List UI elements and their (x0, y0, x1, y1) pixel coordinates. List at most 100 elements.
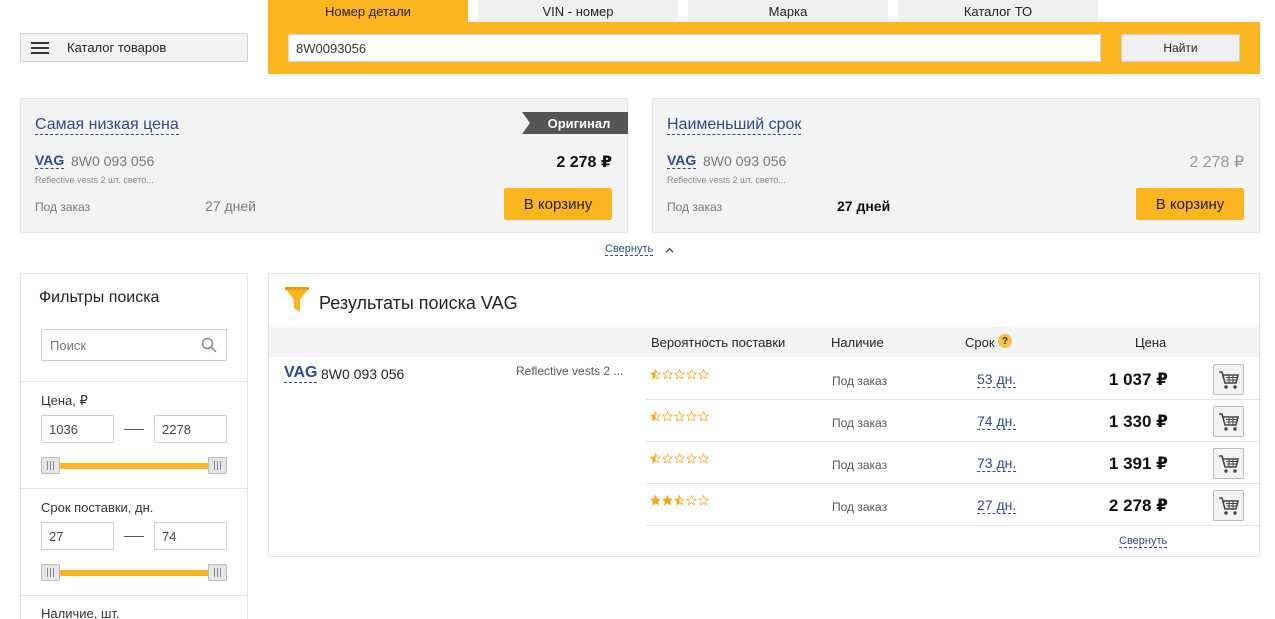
table-row: Под заказ 73 дн. 1 391 ₽ (646, 442, 1259, 484)
part-search-input[interactable] (288, 34, 1101, 62)
range-dash (124, 536, 144, 537)
column-availability: Наличие (831, 335, 884, 350)
tab-service-catalog[interactable]: Каталог ТО (898, 0, 1098, 22)
cart-icon (1218, 370, 1239, 389)
column-price: Цена (1135, 335, 1167, 350)
offer-days: 27 дней (205, 198, 256, 214)
star-icon (686, 453, 697, 464)
cart-button[interactable] (1213, 364, 1244, 395)
delivery-max-input[interactable] (154, 522, 227, 550)
column-probability: Вероятность поставки (651, 335, 786, 350)
search-tabs: Номер детали VIN - номер Марка Каталог Т… (268, 0, 1108, 22)
price-slider-track[interactable] (51, 463, 217, 469)
result-part-code: 8W0 093 056 (321, 366, 405, 382)
star-icon (662, 453, 673, 464)
star-icon (650, 369, 661, 380)
tab-brand[interactable]: Марка (688, 0, 888, 22)
row-availability: Под заказ (832, 374, 888, 388)
range-dash (124, 429, 144, 430)
delivery-rating (650, 411, 709, 422)
delivery-slider-max-handle[interactable] (208, 564, 227, 581)
delivery-rating (650, 495, 709, 506)
delivery-min-input[interactable] (41, 522, 114, 550)
stock-filter-label: Наличие, шт. (41, 606, 120, 619)
delivery-rating (650, 453, 709, 464)
results-title: Результаты поиска VAG (319, 293, 518, 313)
offer-title[interactable]: Самая низкая цена (35, 115, 179, 135)
search-icon[interactable] (201, 337, 217, 353)
offer-brand[interactable]: VAG (667, 153, 697, 169)
price-slider-max-handle[interactable] (208, 457, 227, 474)
divider (21, 595, 247, 596)
chevron-up-icon[interactable] (665, 246, 674, 255)
row-days[interactable]: 53 дн. (977, 372, 1017, 388)
star-icon (662, 495, 673, 506)
collapse-results-link[interactable]: Свернуть (1119, 535, 1168, 548)
star-icon (698, 411, 709, 422)
result-brand[interactable]: VAG (284, 364, 318, 383)
offer-days: 27 дней (837, 198, 891, 214)
offer-description: Reflective vests 2 шт. свето... (35, 175, 154, 185)
offer-brand[interactable]: VAG (35, 153, 65, 169)
offer-price: 2 278 ₽ (556, 154, 612, 171)
offer-title[interactable]: Наименьший срок (667, 115, 802, 135)
star-icon (674, 453, 685, 464)
column-term: Срок (965, 335, 995, 350)
price-slider-min-handle[interactable] (41, 457, 60, 474)
row-availability: Под заказ (832, 458, 888, 472)
find-button[interactable]: Найти (1121, 34, 1240, 62)
divider (21, 488, 247, 489)
cart-button[interactable] (1213, 406, 1244, 437)
star-icon (686, 411, 697, 422)
row-days[interactable]: 73 дн. (977, 456, 1017, 472)
offer-availability: Под заказ (35, 200, 91, 214)
funnel-icon (285, 287, 309, 312)
offer-card-fastest: Наименьший срок VAG 8W0 093 056 Reflecti… (652, 98, 1260, 233)
search-bar: Найти (268, 22, 1260, 74)
collapse-offers-link[interactable]: Свернуть (605, 243, 654, 256)
offer-part-code: 8W0 093 056 (71, 153, 155, 169)
offer-description: Reflective vests 2 шт. свето... (667, 175, 786, 185)
offer-availability: Под заказ (667, 200, 723, 214)
row-availability: Под заказ (832, 416, 888, 430)
star-icon (686, 495, 697, 506)
search-results-panel: Результаты поиска VAG Вероятность постав… (268, 273, 1260, 557)
catalog-button[interactable]: Каталог товаров (20, 33, 248, 62)
help-icon[interactable]: ? (998, 334, 1012, 348)
offer-price: 2 278 ₽ (1189, 154, 1244, 171)
row-days[interactable]: 27 дн. (977, 498, 1017, 514)
price-min-input[interactable] (41, 415, 114, 443)
star-icon (662, 411, 673, 422)
star-icon (650, 453, 661, 464)
star-icon (674, 369, 685, 380)
row-price: 1 330 ₽ (1108, 412, 1168, 431)
star-icon (674, 411, 685, 422)
delivery-slider-min-handle[interactable] (41, 564, 60, 581)
add-to-cart-button[interactable]: В корзину (504, 188, 612, 220)
filters-title: Фильтры поиска (39, 289, 160, 306)
cart-button[interactable] (1213, 490, 1244, 521)
star-icon (662, 369, 673, 380)
cart-icon (1218, 454, 1239, 473)
star-icon (698, 495, 709, 506)
catalog-button-label: Каталог товаров (67, 40, 167, 55)
cart-button[interactable] (1213, 448, 1244, 479)
star-icon (698, 453, 709, 464)
row-availability: Под заказ (832, 500, 888, 514)
delivery-slider-track[interactable] (51, 570, 217, 576)
offer-card-lowest-price: Самая низкая цена Оригинал VAG 8W0 093 0… (20, 98, 628, 233)
tab-part-number[interactable]: Номер детали (268, 0, 468, 22)
table-row: Под заказ 74 дн. 1 330 ₽ (646, 400, 1259, 442)
star-icon (650, 495, 661, 506)
result-description: Reflective vests 2 ... (516, 364, 624, 378)
price-max-input[interactable] (154, 415, 227, 443)
filter-search-input[interactable] (41, 329, 227, 361)
cart-icon (1218, 412, 1239, 431)
tab-vin[interactable]: VIN - номер (478, 0, 678, 22)
cart-icon (1218, 496, 1239, 515)
delivery-filter-label: Срок поставки, дн. (41, 500, 154, 515)
add-to-cart-button[interactable]: В корзину (1136, 188, 1244, 220)
menu-icon (31, 41, 49, 54)
row-price: 1 037 ₽ (1108, 370, 1168, 389)
row-days[interactable]: 74 дн. (977, 414, 1017, 430)
